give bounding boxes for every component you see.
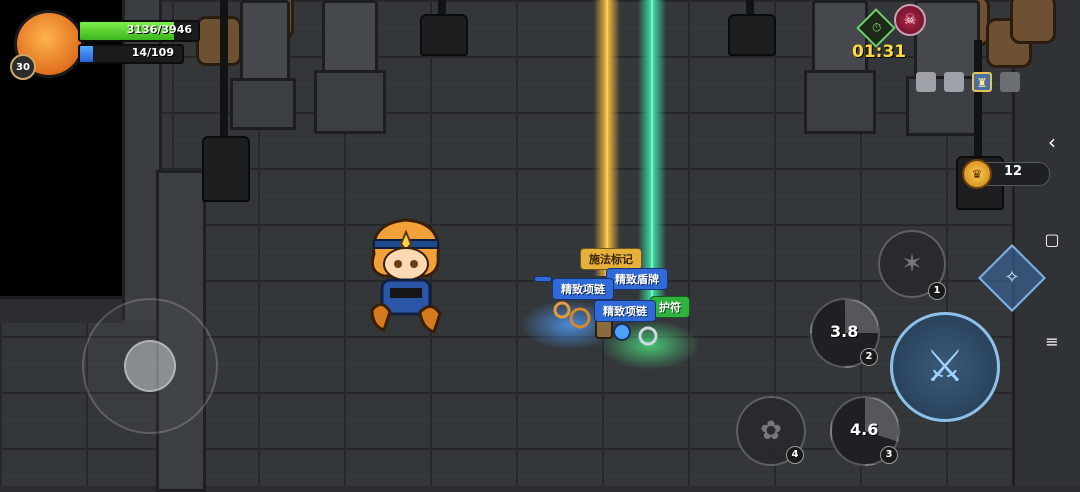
- loot-label[interactable]: 护符: [650, 296, 690, 318]
- hero-character: [370, 218, 442, 334]
- lamp-post: [974, 40, 982, 160]
- chevron-left-icon[interactable]: ‹: [1040, 128, 1064, 156]
- barrel: [196, 16, 242, 66]
- minimap-room: [916, 72, 936, 92]
- loot-label[interactable]: [534, 276, 552, 282]
- attack-button[interactable]: ⚔: [890, 312, 1000, 422]
- hp-text: 3136/3946: [126, 23, 192, 36]
- sword-icon: ⚔: [925, 341, 965, 392]
- nav-menu-button[interactable]: ≡: [1040, 332, 1064, 351]
- shield-item[interactable]: [595, 319, 613, 339]
- pillar-base: [804, 70, 876, 134]
- minimap-room: [1000, 72, 1020, 92]
- coin-count: 12: [1004, 164, 1023, 179]
- skill-1-number: 1: [928, 282, 946, 300]
- pillar-base: [230, 78, 296, 130]
- loot-label[interactable]: 精致项链: [594, 300, 656, 322]
- skill-3-cooldown: 4.6: [850, 420, 879, 439]
- loot-label[interactable]: 精致项链: [552, 278, 614, 300]
- stone-pillar: [812, 0, 868, 78]
- stone-pillar: [322, 0, 378, 78]
- necklace-item[interactable]: [569, 307, 591, 329]
- energy-text: 14/109: [131, 46, 174, 59]
- joystick-knob[interactable]: [124, 340, 176, 392]
- summon-icon: ✧: [1004, 267, 1020, 288]
- timer-text: 01:31: [852, 42, 907, 62]
- skill-2-number: 2: [860, 348, 878, 366]
- minimap-current-room-icon: ♜: [972, 72, 992, 92]
- skill-4-number: 4: [786, 446, 804, 464]
- skill-3-number: 3: [880, 446, 898, 464]
- charm-item[interactable]: [638, 326, 658, 346]
- pillar-base: [314, 70, 386, 134]
- crown-coin-icon: ♛: [962, 159, 992, 189]
- stone-pillar: [240, 0, 290, 88]
- boss-skull-icon[interactable]: ☠: [894, 4, 926, 36]
- loot-beam-gold: [594, 0, 620, 276]
- skill-2-cooldown: 3.8: [830, 322, 859, 341]
- amulet-item[interactable]: [613, 323, 631, 341]
- loot-label[interactable]: 精致盾牌: [606, 268, 668, 290]
- barrel: [1010, 0, 1056, 44]
- lamp-post-base: [202, 136, 250, 202]
- player-level-badge: 30: [10, 54, 36, 80]
- necklace-item[interactable]: [553, 301, 571, 319]
- lamp-post-base: [420, 14, 468, 56]
- lamp-post-base: [728, 14, 776, 56]
- minimap-room: [944, 72, 964, 92]
- lamp-post: [220, 0, 228, 140]
- loot-label[interactable]: 施法标记: [580, 248, 642, 270]
- nav-home-button[interactable]: ▢: [1040, 230, 1064, 249]
